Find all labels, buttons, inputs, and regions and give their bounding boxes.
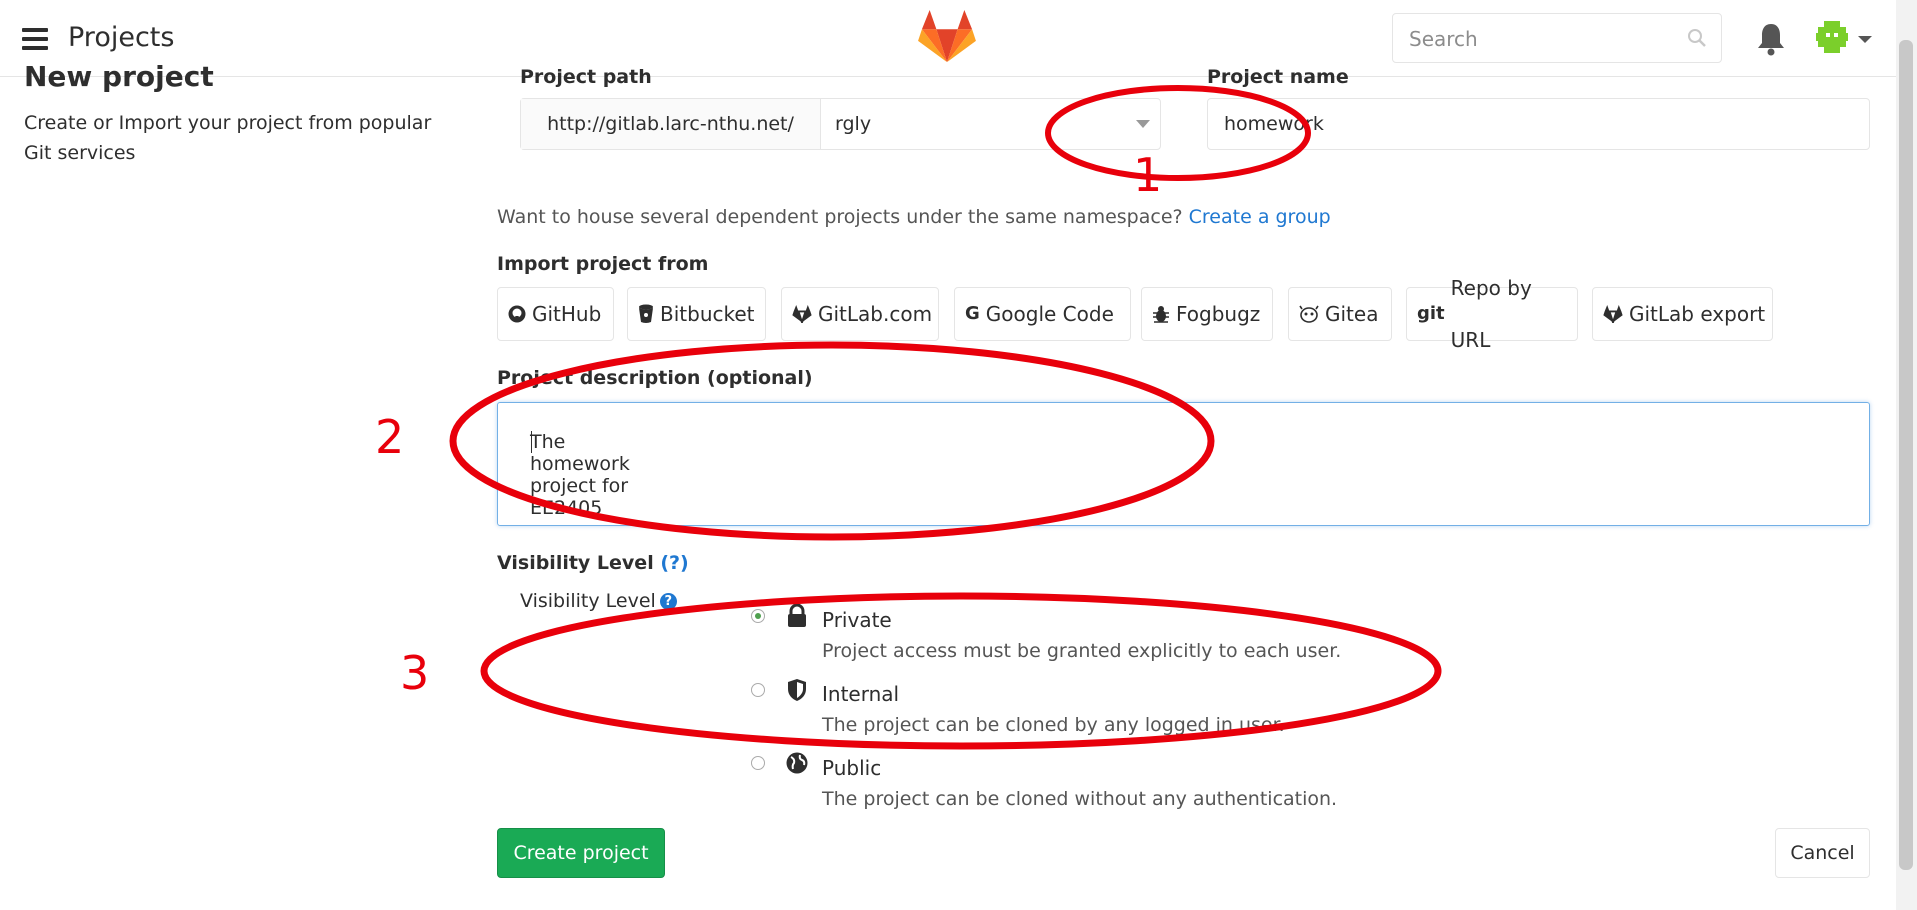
annotation-number-3: 3 [400, 646, 430, 700]
annotation-ellipse-1 [1045, 85, 1311, 181]
annotation-number-1: 1 [1133, 148, 1163, 202]
annotation-ellipse-3 [480, 592, 1442, 750]
annotation-number-2: 2 [375, 410, 405, 464]
annotation-ellipse-2 [449, 341, 1215, 541]
annotation-overlay [449, 85, 1442, 750]
